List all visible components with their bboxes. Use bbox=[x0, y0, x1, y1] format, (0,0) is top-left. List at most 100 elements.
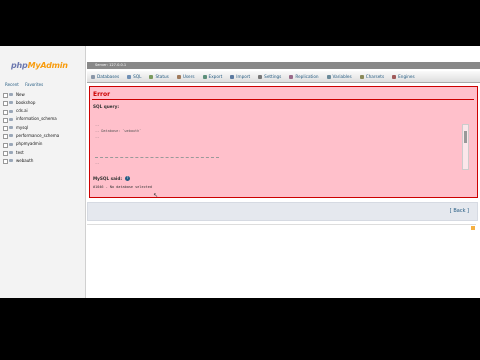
database-icon bbox=[9, 93, 13, 96]
sidebar-item-new[interactable]: New bbox=[3, 91, 83, 99]
sidebar-item-bookshop[interactable]: bookshop bbox=[3, 99, 83, 107]
mysql-said-label: MySQL said: bbox=[93, 176, 123, 181]
database-icon bbox=[9, 109, 13, 113]
phpmyadmin-window: phpMyAdmin Recent Favorites New bookshop c… bbox=[0, 46, 480, 298]
tab-label: Engines bbox=[398, 74, 415, 79]
tab-replication[interactable]: Replication bbox=[285, 74, 322, 79]
recent-tab[interactable]: Recent bbox=[5, 82, 19, 87]
navigation-tabs: Recent Favorites bbox=[5, 82, 48, 87]
back-link[interactable]: [ Back ] bbox=[450, 208, 469, 214]
navigation-panel: phpMyAdmin Recent Favorites New bookshop c… bbox=[0, 46, 86, 298]
replication-icon bbox=[289, 74, 294, 79]
settings-icon bbox=[258, 74, 263, 79]
database-icon bbox=[9, 101, 13, 105]
phpmyadmin-logo[interactable]: phpMyAdmin bbox=[11, 61, 68, 70]
tab-export[interactable]: Export bbox=[199, 74, 227, 79]
sidebar-item-phpmyadmin[interactable]: phpmyadmin bbox=[3, 141, 83, 149]
tab-label: Status bbox=[155, 74, 169, 79]
tab-engines[interactable]: Engines bbox=[388, 74, 419, 79]
database-name: test bbox=[16, 149, 24, 155]
code-line: -- bbox=[95, 161, 100, 165]
mysql-error-message: #1046 - No database selected bbox=[93, 185, 153, 189]
database-name: bookshop bbox=[16, 99, 36, 105]
tab-variables[interactable]: Variables bbox=[323, 74, 356, 79]
sidebar-item-test[interactable]: test bbox=[3, 149, 83, 157]
console-toggle-icon[interactable] bbox=[471, 226, 475, 230]
sql-icon bbox=[127, 74, 132, 79]
expand-toggle-icon[interactable] bbox=[3, 151, 8, 157]
tab-settings[interactable]: Settings bbox=[254, 74, 285, 79]
tab-sql[interactable]: SQL bbox=[123, 74, 145, 79]
sql-query-code: -- -- Database: `webauth` -- -- bbox=[93, 123, 472, 170]
error-divider bbox=[92, 99, 474, 100]
tab-charsets[interactable]: Charsets bbox=[356, 74, 388, 79]
code-divider bbox=[95, 157, 219, 158]
tab-label: Import bbox=[236, 74, 251, 79]
code-scrollbar[interactable] bbox=[462, 124, 469, 170]
tab-databases[interactable]: Databases bbox=[87, 74, 123, 79]
database-name: performance_schema bbox=[16, 132, 60, 138]
code-line: -- bbox=[95, 123, 100, 127]
logo-myadmin-text: MyAdmin bbox=[27, 61, 68, 70]
main-panel: Server: 127.0.0.1 Databases SQL Status User… bbox=[87, 46, 480, 298]
tab-label: Charsets bbox=[365, 74, 385, 79]
database-tree: New bookshop cds.ai information_schemamysql… bbox=[3, 91, 83, 166]
sidebar-item-performance-schema[interactable]: performance_schema bbox=[3, 132, 83, 140]
expand-toggle-icon[interactable] bbox=[3, 159, 8, 165]
tab-import[interactable]: Import bbox=[226, 74, 254, 79]
expand-toggle-icon[interactable] bbox=[3, 126, 8, 132]
sidebar-item-webauth[interactable]: webauth bbox=[3, 157, 83, 165]
database-icon bbox=[9, 159, 13, 163]
tab-users[interactable]: Users bbox=[173, 74, 199, 79]
users-icon bbox=[176, 74, 181, 79]
expand-toggle-icon[interactable] bbox=[3, 142, 8, 148]
status-icon bbox=[149, 74, 154, 79]
tab-label: Variables bbox=[332, 74, 352, 79]
sidebar-item-information-schema[interactable]: information_schema bbox=[3, 116, 83, 124]
tab-label: Export bbox=[208, 74, 223, 79]
database-name: New bbox=[16, 91, 25, 97]
variables-icon bbox=[326, 74, 331, 79]
engines-icon bbox=[392, 74, 397, 79]
expand-toggle-icon[interactable] bbox=[3, 134, 8, 140]
error-box: Error SQL query: -- -- Database: `webaut… bbox=[89, 86, 478, 198]
server-breadcrumb: Server: 127.0.0.1 bbox=[87, 62, 480, 69]
database-name: information_schema bbox=[16, 116, 57, 122]
tab-label: SQL bbox=[133, 74, 142, 79]
expand-toggle-icon[interactable] bbox=[3, 101, 8, 107]
tab-status[interactable]: Status bbox=[145, 74, 172, 79]
expand-toggle-icon[interactable] bbox=[3, 117, 8, 123]
sidebar-item-mysql[interactable]: mysql bbox=[3, 124, 83, 132]
mouse-pointer-icon: ↖ bbox=[153, 192, 159, 199]
import-icon bbox=[230, 74, 235, 79]
expand-toggle-icon[interactable] bbox=[3, 93, 8, 98]
documentation-icon[interactable]: ? bbox=[125, 176, 130, 181]
tab-label: Users bbox=[182, 74, 195, 79]
database-icon bbox=[9, 142, 13, 146]
database-icon bbox=[9, 151, 13, 155]
database-icon bbox=[9, 134, 13, 138]
database-name: phpmyadmin bbox=[16, 141, 43, 147]
server-label[interactable]: Server: 127.0.0.1 bbox=[95, 63, 126, 67]
database-icon bbox=[9, 126, 13, 130]
favorites-tab[interactable]: Favorites bbox=[25, 82, 43, 87]
database-icon bbox=[91, 74, 95, 79]
sidebar-item-cds-ai[interactable]: cds.ai bbox=[3, 108, 83, 116]
database-name: mysql bbox=[16, 124, 28, 130]
expand-toggle-icon[interactable] bbox=[3, 109, 8, 115]
database-name: webauth bbox=[16, 157, 34, 163]
sql-query-label: SQL query: bbox=[93, 104, 119, 109]
tab-label: Settings bbox=[264, 74, 282, 79]
tab-label: Replication bbox=[295, 74, 319, 79]
error-title: Error bbox=[93, 91, 111, 98]
database-icon bbox=[9, 117, 13, 121]
export-icon bbox=[202, 74, 207, 79]
database-name: cds.ai bbox=[16, 108, 28, 114]
top-menu: Databases SQL Status Users Export Import Setti… bbox=[87, 71, 480, 83]
divider bbox=[87, 224, 476, 225]
back-bar: [ Back ] bbox=[87, 202, 478, 221]
tab-label: Databases bbox=[97, 74, 120, 79]
code-line: -- bbox=[95, 135, 100, 139]
logo-php-text: php bbox=[11, 61, 28, 70]
scrollbar-thumb[interactable] bbox=[464, 131, 467, 143]
